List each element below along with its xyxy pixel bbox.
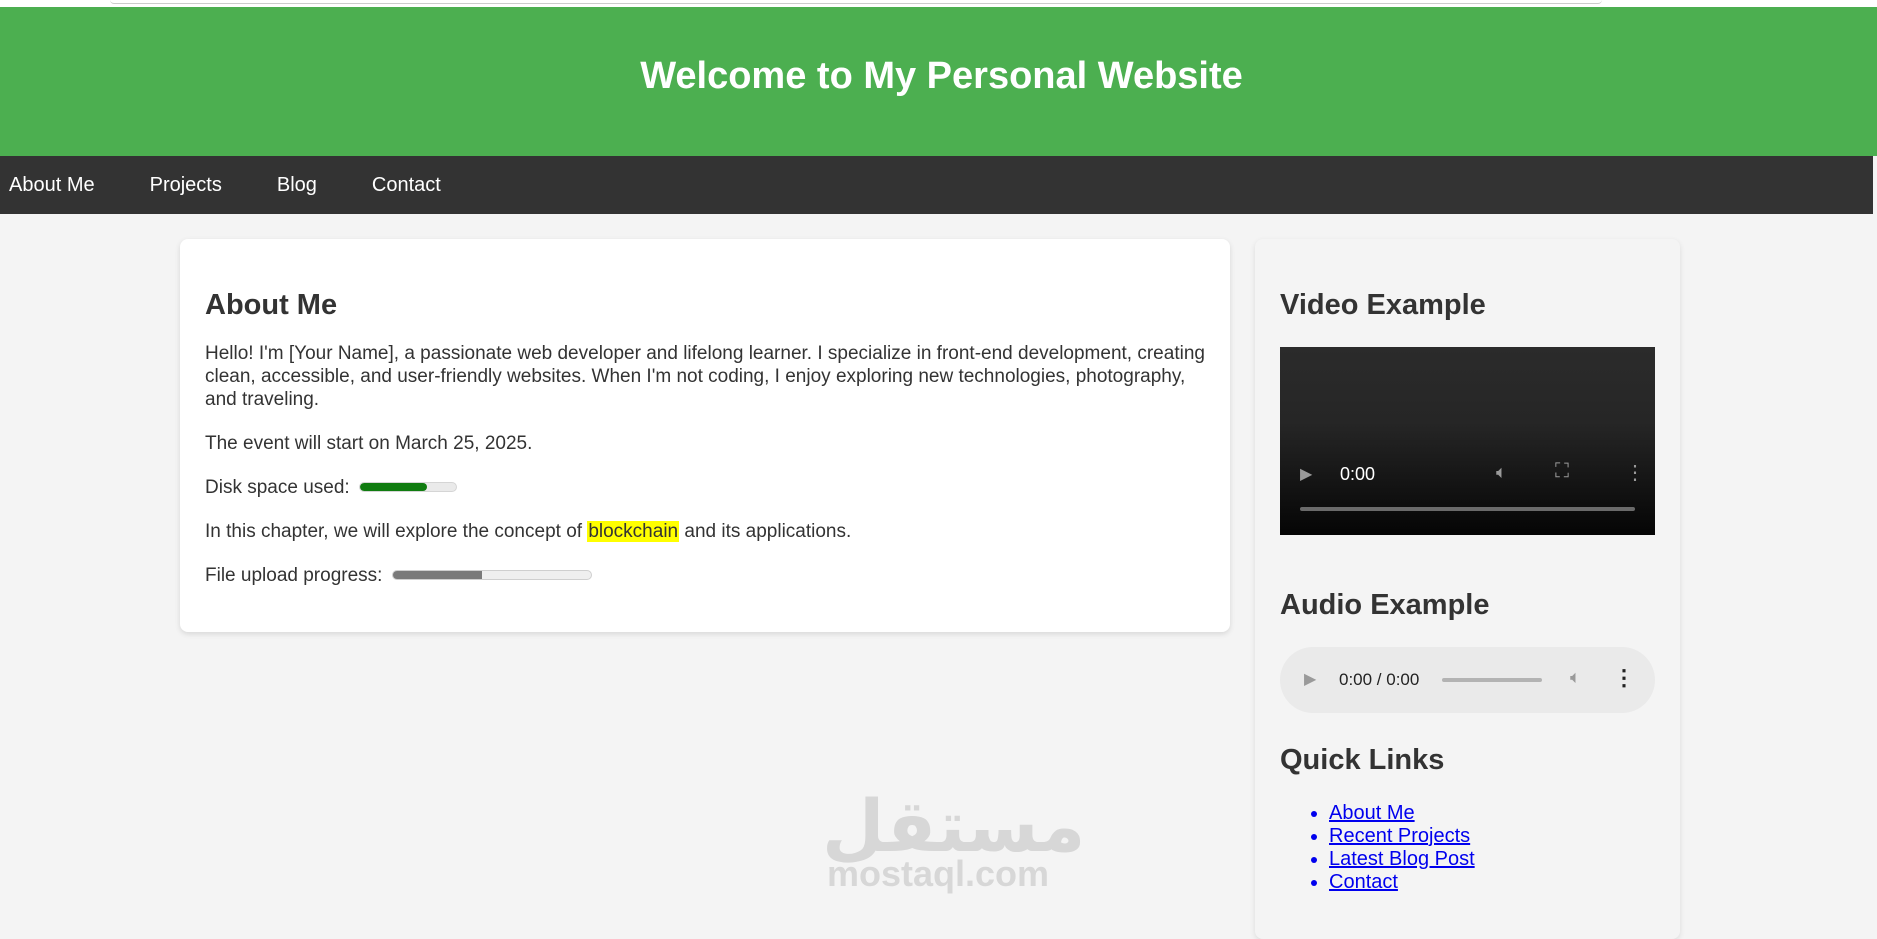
chapter-paragraph: In this chapter, we will explore the con… (205, 520, 1205, 543)
nav-projects[interactable]: Projects (141, 174, 231, 197)
main-nav: About Me Projects Blog Contact (0, 156, 1873, 214)
event-paragraph: The event will start on March 25, 2025. (205, 433, 533, 454)
list-item: Contact (1329, 871, 1475, 894)
highlighted-term: blockchain (587, 521, 680, 542)
watermark-logo: مستقل mostaql.com (822, 784, 1086, 894)
audio-seek-bar[interactable] (1442, 678, 1542, 682)
quick-links-heading: Quick Links (1280, 744, 1445, 776)
about-me-heading: About Me (205, 289, 338, 321)
list-item: Recent Projects (1329, 825, 1475, 848)
about-me-section: About Me Hello! I'm [Your Name], a passi… (180, 239, 1230, 632)
disk-space-label: Disk space used: (205, 477, 350, 498)
audio-play-icon[interactable]: ▶ (1304, 669, 1316, 689)
upload-progress-fill (392, 570, 482, 579)
fullscreen-icon[interactable]: ⛶ (1555, 460, 1569, 483)
browser-top-strip (0, 0, 1877, 7)
video-seek-bar[interactable] (1300, 507, 1635, 511)
watermark-arabic: مستقل (822, 784, 1086, 868)
upload-progress-bar (391, 569, 592, 580)
list-item: About Me (1329, 802, 1475, 825)
audio-more-icon[interactable]: ⋮ (1613, 665, 1635, 691)
volume-icon[interactable]: 🔈︎ (1496, 462, 1507, 483)
nav-about-me[interactable]: About Me (0, 174, 104, 197)
video-player[interactable]: ▶ 0:00 🔈︎ ⛶ ⋮ (1280, 347, 1655, 535)
nav-contact[interactable]: Contact (363, 174, 450, 197)
audio-time: 0:00 / 0:00 (1339, 670, 1420, 689)
quick-link-about-me[interactable]: About Me (1329, 802, 1415, 824)
nav-blog[interactable]: Blog (268, 174, 326, 197)
disk-space-meter (358, 481, 457, 492)
quick-link-contact[interactable]: Contact (1329, 871, 1398, 893)
chapter-text-after: and its applications. (679, 521, 852, 542)
watermark-latin: mostaql.com (826, 853, 1050, 894)
chapter-text-before: In this chapter, we will explore the con… (205, 521, 588, 542)
audio-volume-icon[interactable]: 🔈︎ (1570, 667, 1581, 688)
quick-links-list: About Me Recent Projects Latest Blog Pos… (1305, 802, 1475, 894)
quick-link-recent-projects[interactable]: Recent Projects (1329, 825, 1470, 847)
sidebar: Video Example ▶ 0:00 🔈︎ ⛶ ⋮ Audio Exampl… (1255, 239, 1680, 939)
upload-progress-label: File upload progress: (205, 565, 383, 586)
video-heading: Video Example (1280, 289, 1486, 321)
audio-player[interactable]: ▶ 0:00 / 0:00 🔈︎ ⋮ (1280, 647, 1655, 713)
upload-progress-paragraph: File upload progress: (205, 564, 1205, 587)
play-icon[interactable]: ▶ (1300, 464, 1312, 484)
audio-heading: Audio Example (1280, 589, 1490, 621)
site-title: Welcome to My Personal Website (640, 55, 1243, 97)
site-header: Welcome to My Personal Website (0, 7, 1877, 156)
video-time: 0:00 (1340, 464, 1376, 484)
disk-space-paragraph: Disk space used: (205, 476, 1205, 499)
list-item: Latest Blog Post (1329, 848, 1475, 871)
browser-edge (110, 0, 1602, 4)
disk-space-meter-fill (359, 482, 428, 491)
intro-paragraph: Hello! I'm [Your Name], a passionate web… (205, 343, 1205, 410)
quick-link-latest-blog-post[interactable]: Latest Blog Post (1329, 848, 1475, 870)
more-options-icon[interactable]: ⋮ (1625, 460, 1645, 485)
